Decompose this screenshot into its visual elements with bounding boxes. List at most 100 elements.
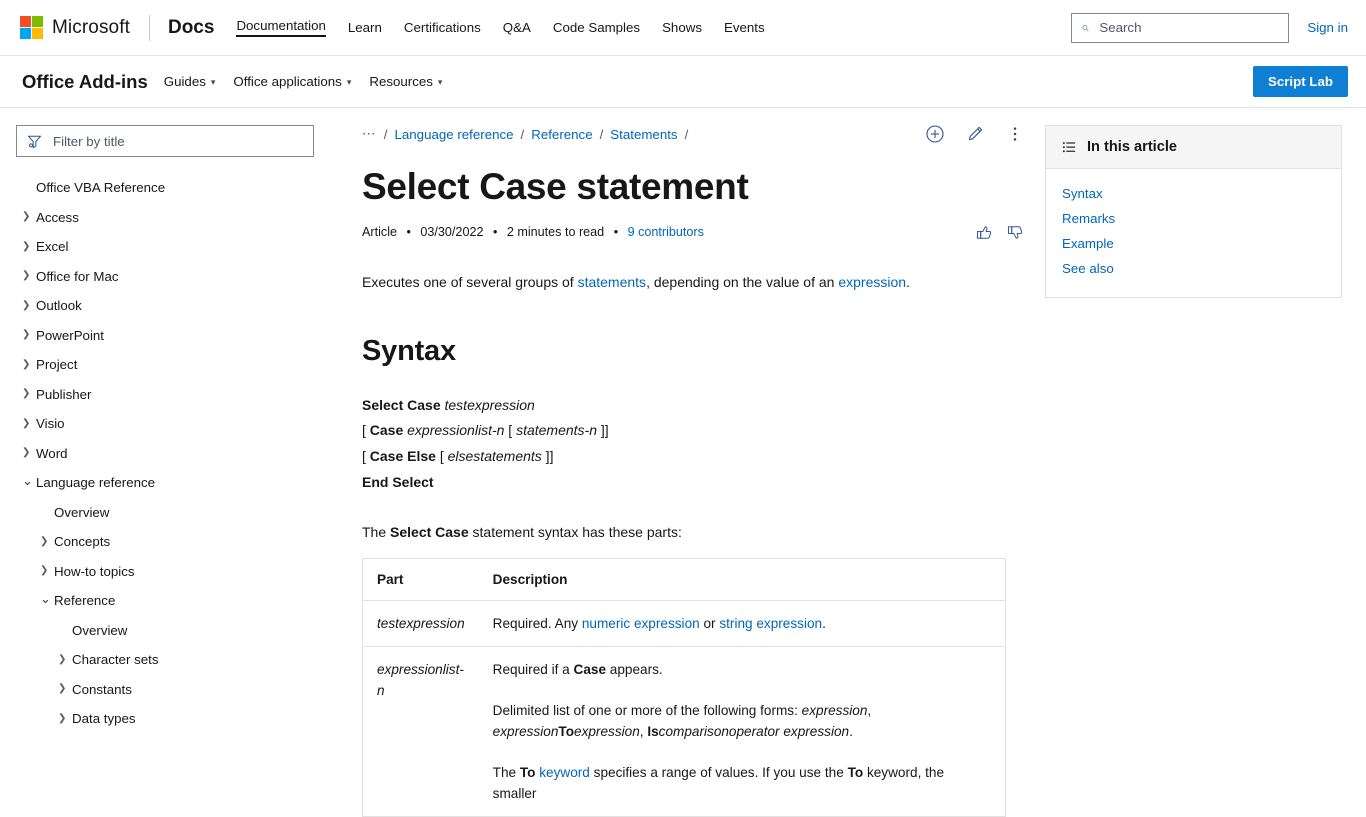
syntax-line-1: Select Case testexpression [362,396,535,413]
list-icon [1062,141,1076,152]
filter-box[interactable] [16,125,314,157]
article-meta-row: Article • 03/30/2022 • 2 minutes to read… [362,223,1025,242]
intro-link-statements[interactable]: statements [578,274,646,290]
edit-icon[interactable] [965,124,985,144]
sidebar-item-outlook[interactable]: ❯ Outlook [16,291,314,321]
sidebar-item-reference[interactable]: ⌄ Reference [16,586,314,616]
chevron-down-icon[interactable]: ⌄ [22,474,36,487]
header-divider [148,14,150,41]
article-main: ⋯ / Language reference / Reference / Sta… [330,108,1045,817]
chevron-right-icon[interactable]: ❯ [22,359,36,370]
rail-link-example[interactable]: Example [1062,231,1325,256]
bold-text: To [558,724,575,740]
chevron-right-icon[interactable]: ❯ [22,330,36,340]
sidebar-item-access[interactable]: ❯ Access [16,203,314,233]
in-this-article-list: Syntax Remarks Example See also [1046,169,1341,297]
syntax-line-2: [ Case expressionlist-n [ statements-n ]… [362,422,609,439]
nav-events[interactable]: Events [724,20,765,35]
microsoft-logo-icon [20,16,43,39]
product-nav-office-applications-label: Office applications [233,74,342,89]
sidebar-item-how-to-topics[interactable]: ❯ How-to topics [16,557,314,587]
rail-link-see-also[interactable]: See also [1062,256,1325,281]
sidebar-item-label: Concepts [54,534,111,550]
nav-learn[interactable]: Learn [348,20,382,35]
chevron-right-icon[interactable]: ❯ [22,212,36,222]
sidebar-item-project[interactable]: ❯ Project [16,350,314,380]
breadcrumb: ⋯ / Language reference / Reference / Sta… [362,126,688,142]
plain-text: Required. Any [492,616,582,632]
breadcrumb-item-statements[interactable]: Statements [610,127,677,142]
sign-in-link[interactable]: Sign in [1307,20,1348,35]
italic-text: expression [801,703,868,719]
search-input[interactable] [1097,19,1279,36]
sidebar-item-publisher[interactable]: ❯ Publisher [16,380,314,410]
filter-input[interactable] [51,132,303,150]
microsoft-logo-link[interactable]: Microsoft [20,16,130,39]
product-nav-resources[interactable]: Resources ▾ [369,74,442,89]
table-row: expressionlist-n Required if a Case appea… [362,646,1006,817]
sidebar-item-concepts[interactable]: ❯ Concepts [16,527,314,557]
sidebar-item-label: How-to topics [54,563,135,579]
sidebar-item-overview[interactable]: Overview [16,616,314,646]
product-nav-office-applications[interactable]: Office applications ▾ [233,74,351,89]
table-cell-part: expressionlist-n [362,646,479,817]
docs-link[interactable]: Docs [168,17,214,39]
sidebar-item-label: Access [36,209,79,225]
chevron-right-icon[interactable]: ❯ [58,713,72,724]
chevron-right-icon[interactable]: ❯ [22,300,36,311]
chevron-down-icon[interactable]: ⌄ [40,592,54,605]
chevron-right-icon[interactable]: ❯ [22,241,36,252]
description-paragraph: Delimited list of one or more of the fol… [493,700,991,742]
product-nav-guides-label: Guides [163,74,206,89]
global-search[interactable] [1071,12,1290,43]
breadcrumb-overflow[interactable]: ⋯ [362,126,377,142]
more-options-icon[interactable] [1005,124,1025,144]
chevron-down-icon: ▾ [210,77,216,87]
sidebar-item-character-sets[interactable]: ❯ Character sets [16,645,314,675]
inline-link[interactable]: numeric expression [582,616,700,631]
chevron-right-icon[interactable]: ❯ [40,536,54,547]
chevron-right-icon[interactable]: ❯ [58,684,72,694]
sidebar-item-office-for-mac[interactable]: ❯ Office for Mac [16,262,314,292]
thumbs-down-icon[interactable] [1006,223,1025,242]
chevron-right-icon[interactable]: ❯ [22,418,36,429]
chevron-right-icon[interactable]: ❯ [22,271,36,281]
filter-icon [27,135,42,148]
thumbs-up-icon[interactable] [975,223,994,242]
nav-certifications[interactable]: Certifications [404,20,481,35]
chevron-right-icon[interactable]: ❯ [40,566,54,576]
in-this-article-rail: In this article Syntax Remarks Example S… [1045,108,1366,298]
sidebar-item-overview[interactable]: Overview [16,498,314,528]
nav-qa[interactable]: Q&A [503,20,531,35]
chevron-right-icon[interactable]: ❯ [22,448,36,458]
italic-text: comparisonoperator [658,724,780,740]
intro-link-expression[interactable]: expression [838,274,906,290]
meta-contributors-link[interactable]: 9 contributors [628,225,704,239]
article-meta: Article • 03/30/2022 • 2 minutes to read… [362,225,704,239]
sidebar-item-office-vba-reference[interactable]: Office VBA Reference [16,173,314,203]
nav-code-samples[interactable]: Code Samples [553,20,640,35]
meta-separator: • [613,225,619,240]
inline-link[interactable]: string expression [719,616,822,631]
sidebar-item-visio[interactable]: ❯ Visio [16,409,314,439]
rail-link-remarks[interactable]: Remarks [1062,206,1325,231]
page-body: Office VBA Reference❯Access❯Excel❯Office… [0,108,1366,817]
nav-shows[interactable]: Shows [662,20,702,35]
chevron-right-icon[interactable]: ❯ [22,389,36,399]
breadcrumb-item-language-reference[interactable]: Language reference [395,127,514,142]
sidebar-item-word[interactable]: ❯ Word [16,439,314,469]
sidebar-item-language-reference[interactable]: ⌄ Language reference [16,468,314,498]
sidebar-item-powerpoint[interactable]: ❯ PowerPoint [16,321,314,351]
nav-documentation[interactable]: Documentation [236,18,326,37]
product-title: Office Add-ins [22,70,148,92]
breadcrumb-item-reference[interactable]: Reference [531,127,592,142]
product-nav-guides[interactable]: Guides ▾ [164,74,216,89]
rail-link-syntax[interactable]: Syntax [1062,181,1325,206]
chevron-right-icon[interactable]: ❯ [58,654,72,665]
script-lab-button[interactable]: Script Lab [1252,66,1348,97]
sidebar-item-excel[interactable]: ❯ Excel [16,232,314,262]
add-to-collection-icon[interactable] [925,124,945,144]
sidebar-item-constants[interactable]: ❯ Constants [16,675,314,705]
syntax-block: Select Case testexpression [ Case expres… [362,393,1025,497]
sidebar-item-data-types[interactable]: ❯ Data types [16,704,314,734]
